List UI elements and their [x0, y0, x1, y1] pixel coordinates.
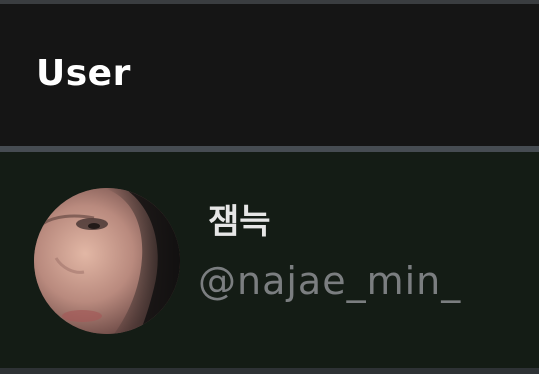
user-handle: @najae_min_ [198, 259, 462, 303]
user-display-name: 잼늑 [208, 202, 271, 242]
avatar[interactable] [34, 188, 180, 334]
section-title: User [36, 53, 131, 94]
section-header: User [0, 4, 539, 146]
avatar-image [34, 188, 180, 334]
bottom-border [0, 368, 539, 374]
user-list-item[interactable]: 잼늑 @najae_min_ [0, 152, 539, 368]
